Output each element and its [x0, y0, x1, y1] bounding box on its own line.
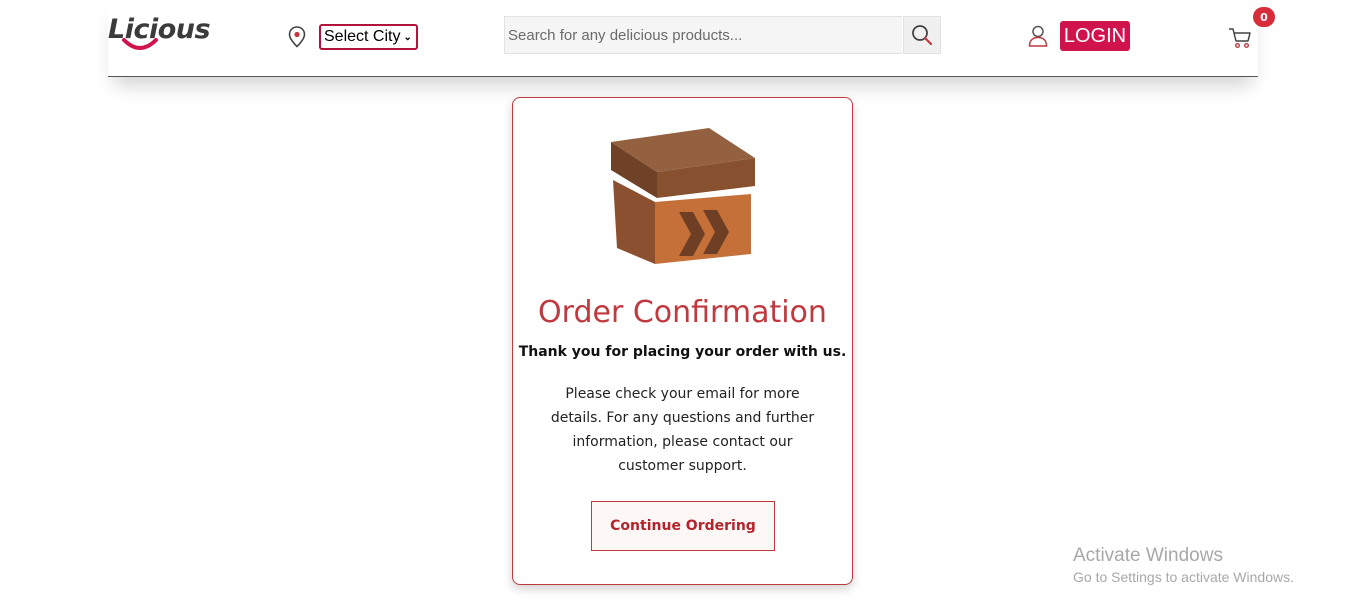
confirmation-title: Order Confirmation [538, 295, 827, 330]
search-icon [912, 25, 933, 46]
search-button[interactable] [903, 16, 941, 54]
search-input[interactable] [504, 16, 902, 54]
thank-you-text: Thank you for placing your order with us… [518, 344, 847, 360]
package-box-icon [611, 128, 755, 264]
city-select-value: Select City [324, 28, 401, 45]
activate-windows-watermark: Activate Windows Go to Settings to activ… [1073, 545, 1294, 585]
logo-smile-icon [122, 38, 158, 50]
watermark-title: Activate Windows [1073, 545, 1223, 566]
continue-ordering-button[interactable]: Continue Ordering [591, 501, 775, 551]
chevron-down-icon: ⌄ [403, 31, 412, 43]
location-pin-icon [288, 26, 306, 48]
site-header: Licious Select City ⌄ LOGIN 0 [108, 0, 1275, 77]
order-confirmation-card: Order Confirmation Thank you for placing… [512, 97, 853, 585]
login-button[interactable]: LOGIN [1060, 21, 1130, 51]
city-select[interactable]: Select City ⌄ [319, 24, 418, 50]
confirmation-message: Please check your email for more details… [550, 386, 815, 474]
cart-icon[interactable] [1228, 27, 1252, 49]
licious-logo[interactable]: Licious [108, 10, 211, 58]
user-icon[interactable] [1028, 25, 1048, 47]
watermark-subtitle: Go to Settings to activate Windows. [1073, 569, 1294, 585]
cart-count-badge: 0 [1253, 7, 1275, 27]
